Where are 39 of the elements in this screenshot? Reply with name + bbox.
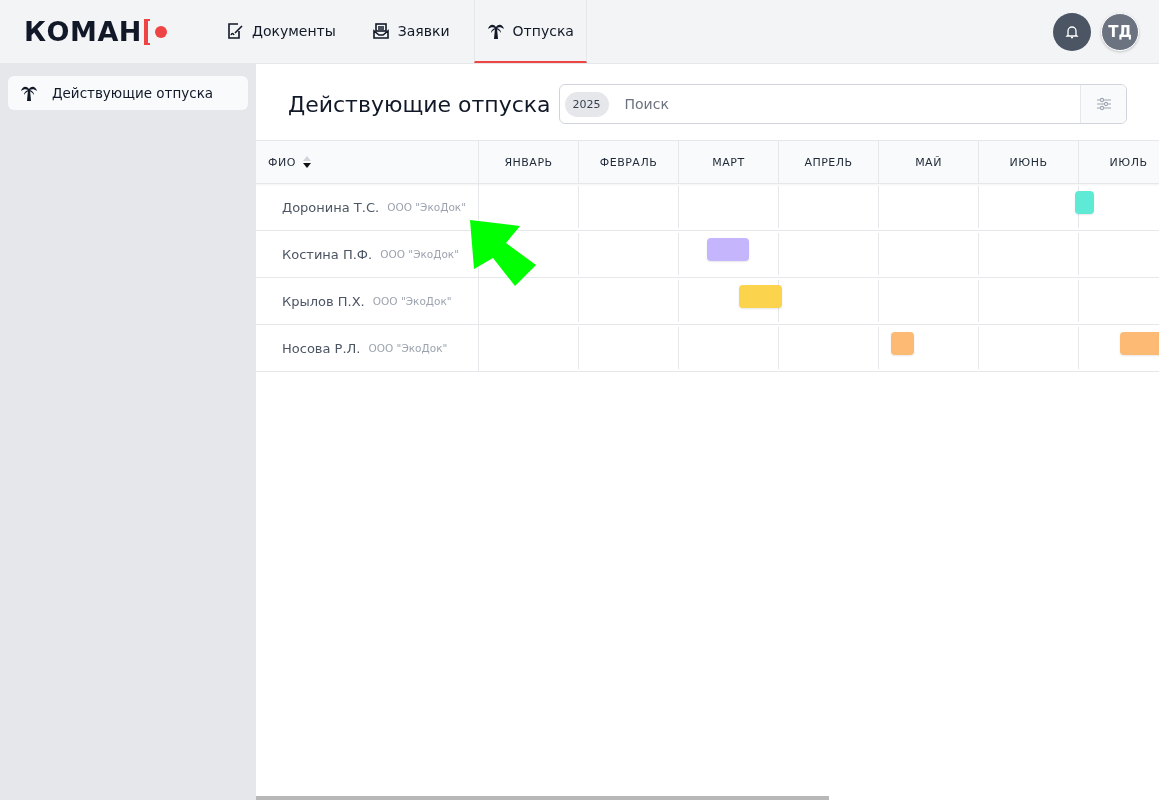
employee-name[interactable]: Костина П.Ф.: [282, 246, 373, 262]
vacation-bar[interactable]: [1075, 191, 1094, 214]
palm-tree-icon: [20, 84, 38, 102]
bell-icon: [1065, 24, 1079, 39]
inbox-icon: [371, 21, 390, 40]
month-header: АПРЕЛЬ: [779, 141, 879, 183]
employee-name[interactable]: Крылов П.Х.: [282, 293, 365, 309]
company-name: ООО "ЭкоДок": [387, 201, 466, 213]
document-pen-icon: [226, 21, 244, 40]
employee-name[interactable]: Носова Р.Л.: [282, 340, 361, 356]
sliders-icon: [1095, 97, 1112, 111]
month-header: ФЕВРАЛЬ: [579, 141, 679, 183]
month-header: ЯНВАРЬ: [479, 141, 579, 183]
notifications-button[interactable]: [1053, 12, 1091, 51]
employee-name[interactable]: Доронина Т.С.: [282, 199, 380, 215]
vacation-bar[interactable]: [707, 238, 749, 261]
vacation-bar[interactable]: [891, 332, 914, 355]
nav-tab[interactable]: Документы: [214, 0, 348, 63]
month-header: МАЙ: [879, 141, 979, 183]
sort-icon[interactable]: [301, 155, 312, 169]
vacation-bar[interactable]: [739, 285, 782, 308]
company-name: ООО "ЭкоДок": [368, 342, 448, 354]
horizontal-scrollbar[interactable]: [256, 796, 829, 800]
nav-tab[interactable]: Заявки: [359, 0, 462, 63]
filter-button[interactable]: [1080, 85, 1126, 123]
year-chip[interactable]: 2025: [564, 91, 609, 117]
company-name: ООО "ЭкоДок": [380, 248, 460, 260]
page-title: Действующие отпуска: [288, 91, 551, 117]
user-avatar[interactable]: ТД: [1101, 12, 1139, 51]
nav-tab[interactable]: Отпуска: [473, 0, 587, 63]
column-header[interactable]: ФИО: [256, 141, 479, 183]
company-name: ООО "ЭкоДок": [372, 295, 452, 307]
month-header: МАРТ: [679, 141, 779, 183]
month-header: ИЮЛЬ: [1079, 141, 1159, 183]
sidebar-item[interactable]: Действующие отпуска: [8, 76, 248, 110]
logo-text: КОМАН: [24, 16, 142, 47]
logo-mark-icon: [141, 17, 168, 46]
month-header: ИЮНЬ: [979, 141, 1079, 183]
search-field[interactable]: 2025 Поиск: [558, 84, 1127, 124]
